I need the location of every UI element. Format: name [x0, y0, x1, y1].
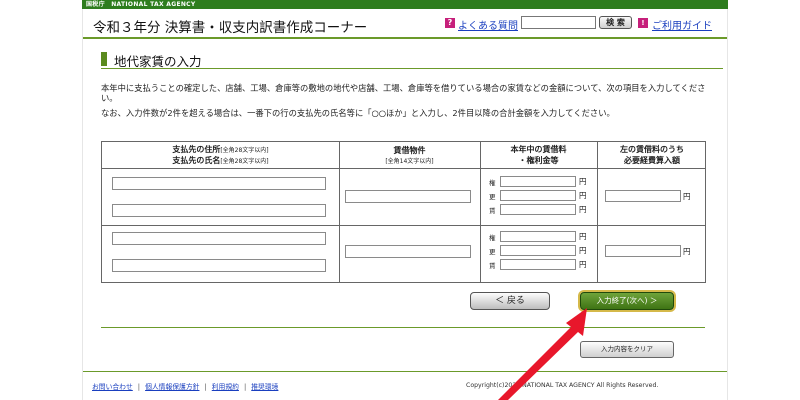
header: 令和３年分 決算書・収支内訳書作成コーナー ? よくある質問 検 索 ! ご利用…: [83, 9, 727, 39]
arrow-shape: [498, 308, 587, 400]
header-rent-line1: 本年中の賃借料: [510, 145, 567, 154]
faq-link[interactable]: よくある質問: [458, 17, 518, 32]
guide-link[interactable]: ご利用ガイド: [652, 17, 712, 32]
unit-yen: 円: [579, 191, 587, 200]
page-container: 令和３年分 決算書・収支内訳書作成コーナー ? よくある質問 検 索 ! ご利用…: [82, 9, 728, 400]
question-icon[interactable]: ?: [445, 18, 455, 28]
divider: [101, 327, 705, 328]
unit-yen: 円: [579, 246, 587, 255]
payee-address-input-1[interactable]: [112, 177, 326, 190]
search-input[interactable]: [521, 16, 596, 29]
payee-address-input-2[interactable]: [112, 232, 326, 245]
rent-table: 支払先の住所[全角28文字以内] 支払先の氏名[全角28文字以内] 賃借物件 […: [101, 141, 706, 283]
footer-links: お問い合わせ | 個人情報保護方針 | 利用規約 | 推奨環境: [92, 383, 279, 391]
property-input-2[interactable]: [345, 245, 471, 258]
unit-yen: 円: [579, 232, 587, 241]
row-label: 更: [489, 248, 496, 256]
payee-name-input-1[interactable]: [112, 204, 326, 217]
unit-yen: 円: [579, 260, 587, 269]
row-label: 賃: [489, 207, 496, 215]
expense-input-2[interactable]: [605, 245, 681, 257]
footer-link-environment[interactable]: 推奨環境: [251, 383, 278, 391]
agency-banner: 国税庁 NATIONAL TAX AGENCY: [82, 0, 728, 9]
key-money-input-2[interactable]: [500, 231, 576, 242]
table-divider: [102, 225, 705, 226]
unit-yen: 円: [683, 192, 691, 201]
header-property-note: [全角14文字以内]: [385, 158, 434, 165]
description-paragraph-2: なお、入力件数が2件を超える場合は、一番下の行の支払先の氏名等に「○○ほか」と入…: [101, 108, 615, 118]
guide-icon[interactable]: !: [638, 18, 648, 28]
row-label: 賃: [489, 262, 496, 270]
search-button[interactable]: 検 索: [599, 16, 632, 29]
footer: お問い合わせ | 個人情報保護方針 | 利用規約 | 推奨環境 Copyright(c)20…: [83, 371, 727, 400]
footer-link-privacy[interactable]: 個人情報保護方針: [145, 383, 199, 391]
description-paragraph-1: 本年中に支払うことの確定した、店舗、工場、倉庫等の敷地の地代や店舗、工場、倉庫等…: [101, 83, 706, 103]
footer-divider: [83, 371, 727, 372]
rent-input-1[interactable]: [500, 204, 576, 215]
renewal-fee-input-2[interactable]: [500, 245, 576, 256]
renewal-fee-input-1[interactable]: [500, 190, 576, 201]
table-divider: [102, 168, 705, 169]
header-expense-line1: 左の賃借料のうち: [620, 145, 684, 154]
section-header: 地代家賃の入力: [101, 50, 723, 69]
rent-input-2[interactable]: [500, 259, 576, 270]
header-address: 支払先の住所[全角28文字以内]: [172, 145, 269, 154]
header-property: 賃借物件: [393, 146, 426, 155]
key-money-input-1[interactable]: [500, 176, 576, 187]
unit-yen: 円: [579, 205, 587, 214]
property-input-1[interactable]: [345, 190, 471, 203]
footer-link-contact[interactable]: お問い合わせ: [92, 383, 133, 391]
unit-yen: 円: [683, 247, 691, 256]
header-name: 支払先の氏名[全角28文字以内]: [172, 156, 269, 165]
app-title: 令和３年分 決算書・収支内訳書作成コーナー: [93, 20, 368, 36]
section-marker: [101, 52, 107, 66]
header-expense-line2: 必要経費算入額: [624, 156, 680, 165]
header-rent-line2: ・権利金等: [518, 156, 559, 165]
unit-yen: 円: [579, 177, 587, 186]
row-label: 更: [489, 193, 496, 201]
pointer-arrow-icon: [498, 308, 587, 400]
row-label: 権: [489, 234, 496, 242]
payee-name-input-2[interactable]: [112, 259, 326, 272]
section-title: 地代家賃の入力: [114, 54, 202, 69]
footer-link-terms[interactable]: 利用規約: [212, 383, 239, 391]
row-label: 権: [489, 179, 496, 187]
expense-input-1[interactable]: [605, 190, 681, 202]
